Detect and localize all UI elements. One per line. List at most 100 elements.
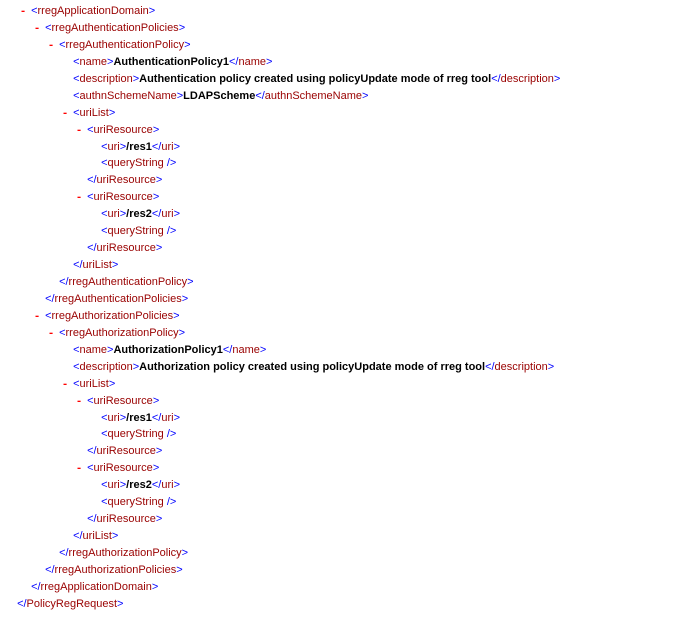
xml-bracket: >	[266, 56, 272, 68]
xml-text-value: /res2	[126, 208, 152, 220]
collapse-icon[interactable]: -	[74, 124, 84, 140]
xml-line: - <uriList>	[2, 106, 690, 123]
xml-tag-name: description	[495, 361, 548, 373]
xml-tag-name: uriResource	[97, 242, 156, 254]
xml-bracket: >	[554, 73, 560, 85]
xml-line: - <description>Authorization policy crea…	[2, 360, 690, 377]
xml-tag-name: uri	[161, 141, 173, 153]
collapse-icon[interactable]: -	[74, 395, 84, 411]
xml-bracket: />	[164, 496, 177, 508]
xml-tag-name: uriList	[80, 378, 109, 390]
xml-text-value: /res2	[126, 479, 152, 491]
xml-bracket: >	[156, 445, 162, 457]
xml-tag-name: rregAuthorizationPolicy	[69, 547, 182, 559]
xml-bracket: >	[179, 22, 185, 34]
xml-bracket: >	[153, 395, 159, 407]
xml-line: - </rregAuthorizationPolicy>	[2, 546, 690, 563]
xml-bracket: </	[87, 242, 96, 254]
xml-tag-name: PolicyRegRequest	[27, 598, 118, 610]
xml-tag-name: rregAuthenticationPolicies	[52, 22, 179, 34]
collapse-icon[interactable]: -	[46, 39, 56, 55]
xml-bracket: </	[152, 412, 161, 424]
xml-bracket: >	[156, 174, 162, 186]
xml-text-value: /res1	[126, 141, 152, 153]
xml-tag-name: name	[80, 56, 108, 68]
xml-bracket: >	[184, 39, 190, 51]
xml-tag-name: queryString	[108, 225, 164, 237]
collapse-icon[interactable]: -	[60, 378, 70, 394]
xml-bracket: </	[59, 547, 68, 559]
xml-tag-name: rregAuthenticationPolicy	[66, 39, 185, 51]
xml-bracket: </	[152, 141, 161, 153]
xml-bracket: </	[73, 530, 82, 542]
xml-bracket: >	[174, 479, 180, 491]
xml-tag-name: description	[80, 73, 133, 85]
xml-text-value: /res1	[126, 412, 152, 424]
xml-bracket: >	[117, 598, 123, 610]
xml-bracket: >	[362, 90, 368, 102]
xml-tag-name: uriList	[83, 259, 112, 271]
collapse-icon[interactable]: -	[60, 107, 70, 123]
xml-line: - <description>Authentication policy cre…	[2, 72, 690, 89]
xml-line: - <uriResource>	[2, 190, 690, 207]
collapse-icon[interactable]: -	[46, 327, 56, 343]
xml-tag-name: name	[238, 56, 266, 68]
xml-line: - <queryString />	[2, 224, 690, 241]
xml-tag-name: rregAuthorizationPolicies	[52, 310, 174, 322]
xml-bracket: </	[152, 479, 161, 491]
xml-tag-name: rregAuthenticationPolicies	[55, 293, 182, 305]
xml-bracket: >	[548, 361, 554, 373]
xml-line: - </rregAuthenticationPolicy>	[2, 275, 690, 292]
xml-bracket: >	[153, 191, 159, 203]
xml-line: - </rregAuthenticationPolicies>	[2, 292, 690, 309]
collapse-icon[interactable]: -	[32, 310, 42, 326]
xml-bracket: >	[156, 242, 162, 254]
xml-bracket: </	[59, 276, 68, 288]
xml-bracket: />	[164, 428, 177, 440]
xml-tag-name: uriList	[83, 530, 112, 542]
xml-line: - <uri>/res2</uri>	[2, 207, 690, 224]
xml-line: - <queryString />	[2, 495, 690, 512]
xml-bracket: >	[153, 124, 159, 136]
xml-bracket: />	[164, 157, 177, 169]
xml-bracket: </	[485, 361, 494, 373]
xml-bracket: >	[174, 208, 180, 220]
xml-line: - <rregAuthenticationPolicy>	[2, 38, 690, 55]
collapse-icon[interactable]: -	[74, 191, 84, 207]
xml-bracket: </	[73, 259, 82, 271]
xml-bracket: </	[152, 208, 161, 220]
xml-tag-name: queryString	[108, 428, 164, 440]
xml-line: - <uriList>	[2, 377, 690, 394]
xml-tag-name: name	[232, 344, 260, 356]
xml-tag-name: uriResource	[94, 191, 153, 203]
xml-line: - </uriList>	[2, 258, 690, 275]
xml-line: - </uriResource>	[2, 444, 690, 461]
xml-line: - <uri>/res1</uri>	[2, 411, 690, 428]
xml-tag-name: uriList	[80, 107, 109, 119]
xml-bracket: >	[176, 564, 182, 576]
xml-tag-name: description	[501, 73, 554, 85]
xml-line: - </PolicyRegRequest>	[2, 597, 690, 614]
xml-tag-name: uri	[108, 208, 120, 220]
xml-line: - </uriResource>	[2, 512, 690, 529]
xml-bracket: >	[109, 107, 115, 119]
xml-bracket: >	[187, 276, 193, 288]
xml-bracket: </	[45, 564, 54, 576]
xml-tag-name: authnSchemeName	[265, 90, 362, 102]
xml-line: - </uriList>	[2, 529, 690, 546]
xml-tag-name: uri	[108, 479, 120, 491]
collapse-icon[interactable]: -	[74, 462, 84, 478]
xml-line: - </rregAuthorizationPolicies>	[2, 563, 690, 580]
xml-tag-name: uriResource	[97, 174, 156, 186]
xml-bracket: >	[174, 141, 180, 153]
collapse-icon[interactable]: -	[32, 22, 42, 38]
xml-bracket: </	[87, 174, 96, 186]
xml-text-value: Authorization policy created using polic…	[139, 361, 485, 373]
collapse-icon[interactable]: -	[18, 5, 28, 21]
xml-tag-name: rregAuthorizationPolicies	[55, 564, 177, 576]
xml-bracket: </	[223, 344, 232, 356]
xml-tag-name: uri	[108, 141, 120, 153]
xml-bracket: >	[109, 378, 115, 390]
xml-line: - <authnSchemeName>LDAPScheme</authnSche…	[2, 89, 690, 106]
xml-line: - <rregAuthenticationPolicies>	[2, 21, 690, 38]
